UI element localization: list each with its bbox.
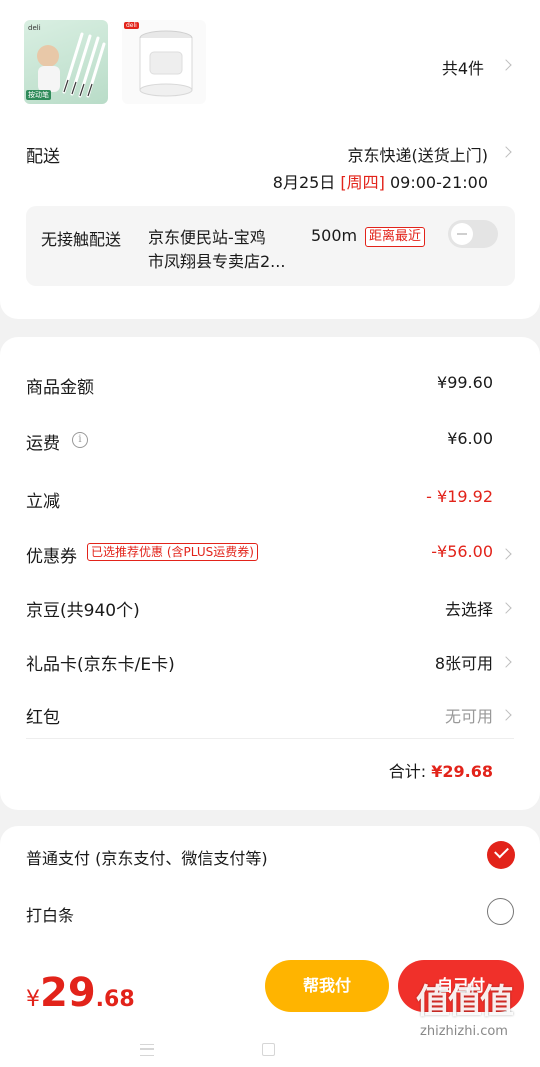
info-icon[interactable]: i xyxy=(72,432,88,448)
menu-icon[interactable] xyxy=(140,1044,154,1056)
instant-discount-label: 立减 xyxy=(26,492,60,512)
delivery-label: 配送 xyxy=(26,147,60,167)
instant-discount-value: - ¥19.92 xyxy=(426,487,493,506)
gift-card-value[interactable]: 8张可用 xyxy=(435,650,493,674)
watermark: 值值值 zhizhizhi.com xyxy=(396,980,532,1039)
radio-unchecked-icon[interactable] xyxy=(487,898,514,925)
delivery-schedule[interactable]: 8月25日 [周四] 09:00-21:00 xyxy=(273,169,488,193)
station-distance: 500m xyxy=(311,226,358,245)
total-price: ¥29.68 xyxy=(26,970,135,1016)
payment-option-standard-label[interactable]: 普通支付 (京东支付、微信支付等) xyxy=(26,845,268,869)
subtotal-row: 合计: ¥29.68 xyxy=(389,758,493,782)
product-thumbnail-sharpener[interactable]: deli xyxy=(122,20,206,104)
goods-amount-value: ¥99.60 xyxy=(437,373,493,392)
chevron-right-icon[interactable] xyxy=(500,602,512,614)
chevron-right-icon[interactable] xyxy=(500,59,512,71)
delivery-method[interactable]: 京东快递(送货上门) xyxy=(348,142,489,166)
chevron-right-icon[interactable] xyxy=(500,146,512,158)
divider xyxy=(26,738,514,739)
help-pay-button[interactable]: 帮我付 xyxy=(265,960,389,1012)
red-packet-value[interactable]: 无可用 xyxy=(445,703,493,727)
contactless-toggle[interactable] xyxy=(448,220,498,248)
chevron-right-icon[interactable] xyxy=(500,548,512,560)
coupon-recommended-badge: 已选推荐优惠 (含PLUS运费券) xyxy=(87,543,258,561)
nearest-badge: 距离最近 xyxy=(365,227,426,247)
coupon-label: 优惠券 xyxy=(26,547,77,567)
gift-card-label: 礼品卡(京东卡/E卡) xyxy=(26,655,175,675)
pickup-station-name[interactable]: 京东便民站-宝鸡 市凤翔县专卖店2... xyxy=(148,226,298,274)
home-icon[interactable] xyxy=(262,1043,275,1056)
checkmark-circle-icon[interactable] xyxy=(487,841,515,869)
goods-amount-label: 商品金额 xyxy=(26,378,94,398)
price-integer: 29 xyxy=(40,970,96,1016)
subtotal-value: ¥29.68 xyxy=(431,762,493,781)
delivery-time: 09:00-21:00 xyxy=(390,173,488,192)
shipping-label: 运费 xyxy=(26,434,60,454)
delivery-weekday: [周四] xyxy=(340,173,385,192)
toggle-knob xyxy=(451,223,473,245)
jd-beans-label: 京豆(共940个) xyxy=(26,601,140,621)
chevron-right-icon[interactable] xyxy=(500,656,512,668)
product-tag: 按动笔 xyxy=(26,90,51,100)
price-summary-card: 商品金额 ¥99.60 运费 i ¥6.00 立减 - ¥19.92 优惠券 已… xyxy=(0,337,540,810)
watermark-logo: 值值值 xyxy=(416,982,514,1022)
payment-option-baitiao-label[interactable]: 打白条 xyxy=(26,902,74,926)
order-info-card: deli 按动笔 deli 共4件 配送 京东快递(送货上门) 8月25日 [周… xyxy=(0,0,540,319)
red-packet-label: 红包 xyxy=(26,708,60,728)
contactless-label: 无接触配送 xyxy=(41,230,122,249)
contactless-delivery-box: 无接触配送 京东便民站-宝鸡 市凤翔县专卖店2... 500m 距离最近 xyxy=(26,206,515,286)
sharpener-illustration xyxy=(139,30,193,97)
currency-symbol: ¥ xyxy=(26,987,40,1012)
coupon-value[interactable]: -¥56.00 xyxy=(431,542,493,561)
product-thumbnail-pens[interactable]: deli 按动笔 xyxy=(24,20,108,104)
subtotal-label: 合计: xyxy=(388,762,427,781)
price-decimal: .68 xyxy=(95,987,135,1012)
jd-beans-value[interactable]: 去选择 xyxy=(445,596,493,620)
item-count[interactable]: 共4件 xyxy=(442,55,484,79)
chevron-right-icon[interactable] xyxy=(500,709,512,721)
checkout-bar: ¥29.68 帮我付 自己付 值值值 zhizhizhi.com xyxy=(0,940,540,1067)
shipping-value: ¥6.00 xyxy=(447,429,493,448)
watermark-url: zhizhizhi.com xyxy=(420,1024,508,1039)
delivery-date: 8月25日 xyxy=(272,173,336,192)
